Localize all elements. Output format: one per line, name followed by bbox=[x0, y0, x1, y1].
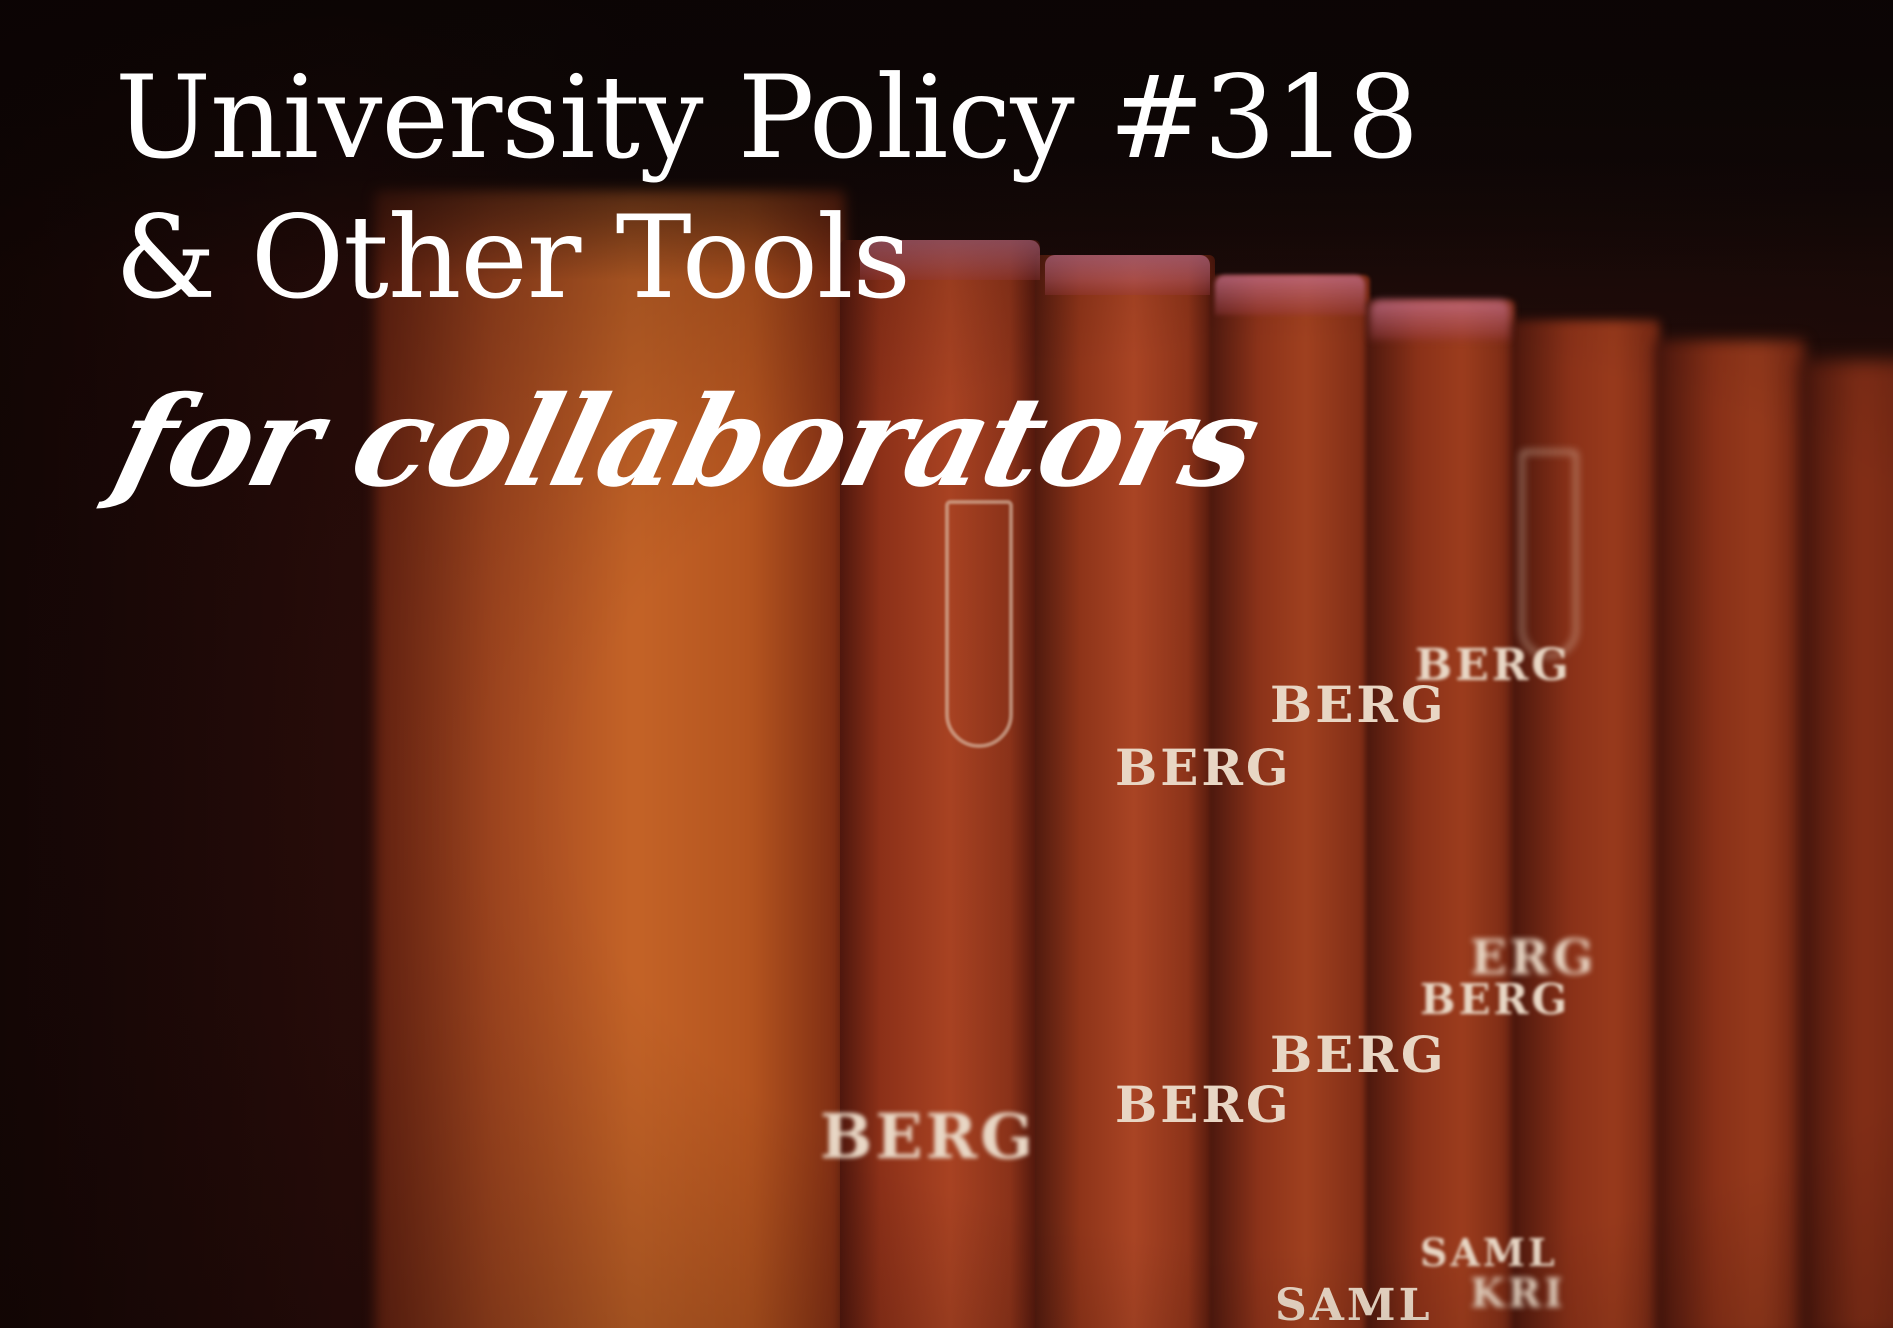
spine-label: BERG bbox=[1415, 640, 1572, 691]
spine-label: BERG bbox=[1115, 1075, 1292, 1134]
subtitle-script: for collaborators bbox=[101, 370, 1272, 515]
book-spine-7 bbox=[1655, 340, 1805, 1328]
spine-label: SAML bbox=[1275, 1280, 1433, 1328]
spine-emblem bbox=[1520, 450, 1578, 658]
spine-label: BERG bbox=[1270, 1025, 1447, 1084]
spine-label: BERG bbox=[820, 1100, 1037, 1173]
spine-label: BERG bbox=[1115, 738, 1292, 797]
title-line-1: University Policy #318 bbox=[115, 51, 1419, 184]
spine-label: ERG bbox=[1470, 930, 1597, 986]
title-block: University Policy #318 & Other Tools bbox=[115, 48, 1419, 328]
spine-emblem bbox=[945, 500, 1013, 748]
book-spine-foreground bbox=[375, 190, 845, 1328]
book-spine-8 bbox=[1800, 360, 1893, 1328]
photo-scene: BERG BERG BERG BERG BERG SAML BERG BERG … bbox=[0, 0, 1893, 1328]
book-spine-5 bbox=[1365, 300, 1515, 1328]
spine-label: KRI bbox=[1470, 1270, 1566, 1317]
spine-label: SAML bbox=[1420, 1230, 1558, 1275]
title-line-2: & Other Tools bbox=[115, 191, 911, 324]
